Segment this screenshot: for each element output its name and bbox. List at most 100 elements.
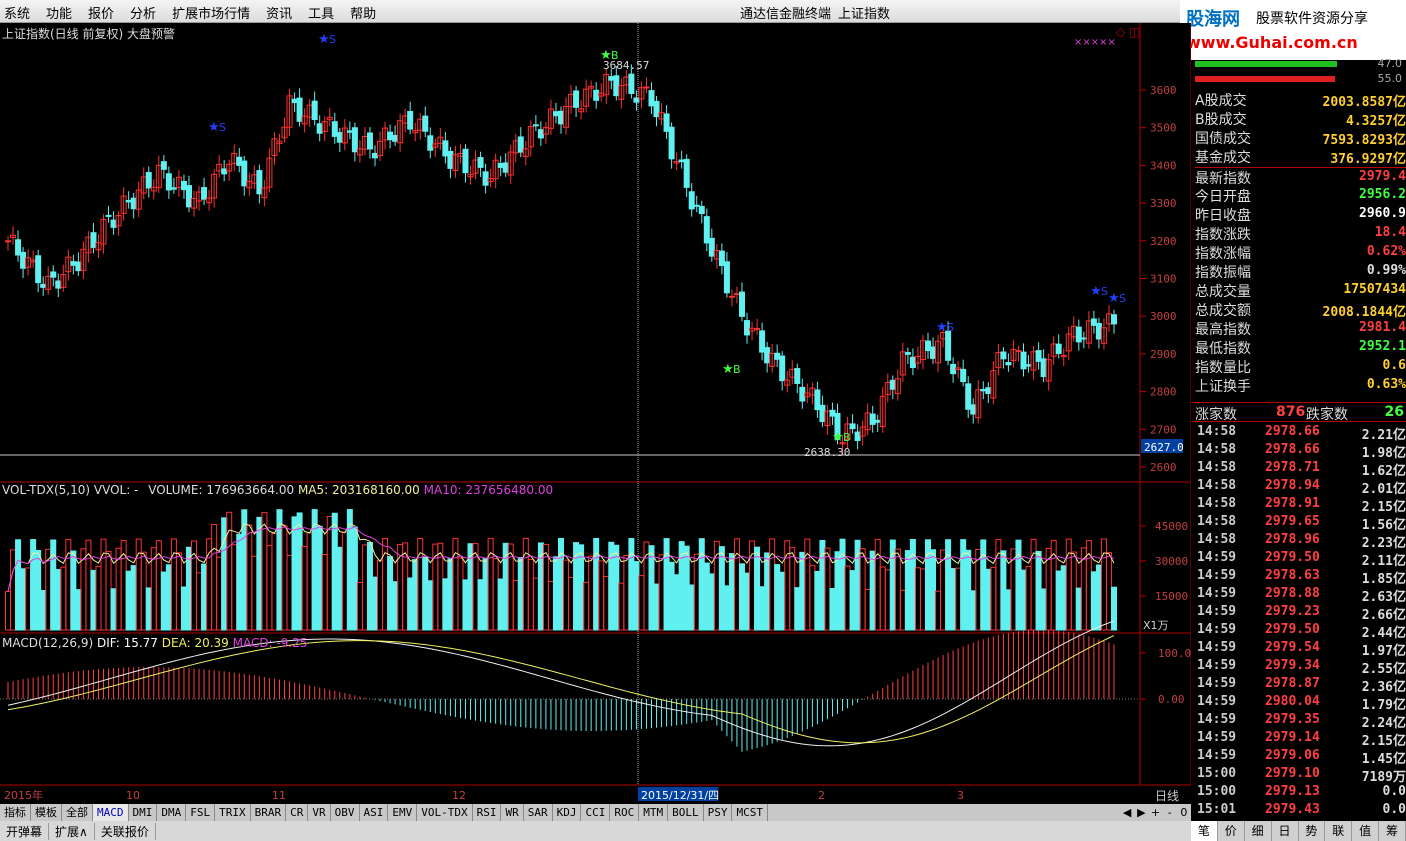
tick-time: 14:59 bbox=[1197, 694, 1237, 709]
indicator-tab-kdj[interactable]: KDJ bbox=[553, 804, 582, 821]
chart-title: 上证指数(日线 前复权) 大盘预警 bbox=[2, 27, 175, 41]
indicator-tab-emv[interactable]: EMV bbox=[388, 804, 418, 821]
stat-row: 总成交量 17507434 bbox=[1195, 281, 1406, 300]
zoom-out-button[interactable]: - bbox=[1163, 804, 1177, 821]
candle-body bbox=[502, 162, 509, 173]
reset-button[interactable]: 0 bbox=[1177, 804, 1191, 821]
candle-body bbox=[1020, 351, 1027, 370]
right-tab[interactable]: 势 bbox=[1299, 821, 1326, 841]
candle-body bbox=[170, 187, 177, 190]
vol-ma5: MA5: 203168160.00 bbox=[297, 483, 420, 497]
tick-amount: 2.15亿 bbox=[1361, 734, 1406, 749]
candle-body bbox=[311, 100, 318, 121]
right-tab[interactable]: 日 bbox=[1272, 821, 1299, 841]
nav-right-icon[interactable]: ▶ bbox=[1134, 804, 1148, 821]
kline-chart[interactable]: 3600 3500 3400 3300 3200 3100 3000 2900 2800 2700… bbox=[0, 23, 1191, 804]
volume-bar bbox=[351, 526, 358, 631]
candle-body bbox=[537, 129, 544, 139]
zoom-in-button[interactable]: + bbox=[1148, 804, 1162, 821]
period-label[interactable]: 日线 bbox=[1155, 789, 1179, 803]
indicator-tab-dma[interactable]: DMA bbox=[157, 804, 187, 821]
candle-body bbox=[427, 135, 434, 151]
candle-body bbox=[1005, 362, 1012, 366]
indicator-tab-rsi[interactable]: RSI bbox=[473, 804, 502, 821]
expand-button[interactable]: 扩展∧ bbox=[49, 822, 95, 840]
candle-body bbox=[643, 86, 650, 89]
indicator-tab-cr[interactable]: CR bbox=[286, 804, 309, 821]
candle-body bbox=[774, 352, 781, 360]
indicator-tab-全部[interactable]: 全部 bbox=[62, 804, 93, 821]
volume-bar bbox=[744, 572, 751, 631]
price-tick-label: 3600 bbox=[1150, 84, 1177, 97]
menu-tools[interactable]: 工具 bbox=[308, 3, 334, 22]
buy-signal: B bbox=[843, 431, 851, 444]
indicator-tab-asi[interactable]: ASI bbox=[360, 804, 389, 821]
menu-info[interactable]: 资讯 bbox=[266, 3, 292, 22]
tick-time: 14:59 bbox=[1197, 550, 1237, 565]
tick-amount: 7189万 bbox=[1361, 770, 1406, 785]
signal-star-icon: ★ bbox=[318, 32, 330, 47]
tick-price: 2979.35 bbox=[1265, 712, 1320, 727]
tick-amount: 1.85亿 bbox=[1361, 572, 1406, 587]
date-label: 3 bbox=[957, 789, 964, 802]
indicator-tab-boll[interactable]: BOLL bbox=[668, 804, 704, 821]
volume-bar bbox=[1060, 565, 1067, 631]
indicator-tab-模板[interactable]: 模板 bbox=[31, 804, 62, 821]
indicator-tab-brar[interactable]: BRAR bbox=[251, 804, 287, 821]
candle-body bbox=[593, 89, 600, 101]
tick-amount: 1.98亿 bbox=[1361, 446, 1406, 461]
indicator-tab-vr[interactable]: VR bbox=[308, 804, 331, 821]
tick-row: 14:58 2979.65 1.56亿 bbox=[1195, 514, 1406, 533]
indicator-tab-obv[interactable]: OBV bbox=[331, 804, 360, 821]
right-tab[interactable]: 值 bbox=[1352, 821, 1380, 841]
stat-label: 今日开盘 bbox=[1195, 189, 1251, 205]
right-tab[interactable]: 筹 bbox=[1379, 821, 1406, 841]
indicator-tab-roc[interactable]: ROC bbox=[610, 804, 640, 821]
stat-value: 18.4 bbox=[1374, 225, 1406, 240]
indicator-tab-trix[interactable]: TRIX bbox=[215, 804, 251, 821]
candle-body bbox=[15, 239, 22, 256]
right-tab[interactable]: 笔 bbox=[1191, 821, 1218, 841]
danmaku-toggle[interactable]: 开弹幕 bbox=[0, 822, 50, 840]
sell-signal: S bbox=[329, 33, 336, 46]
indicator-tab-cci[interactable]: CCI bbox=[581, 804, 611, 821]
volume-bar bbox=[904, 550, 911, 631]
indicator-tab-vol-tdx[interactable]: VOL-TDX bbox=[417, 804, 473, 821]
tick-amount: 2.24亿 bbox=[1361, 716, 1406, 731]
down-count: 26 bbox=[1384, 404, 1404, 420]
menu-help[interactable]: 帮助 bbox=[350, 3, 376, 22]
linked-quote-button[interactable]: 关联报价 bbox=[95, 822, 156, 840]
vol-tick-label: 15000 bbox=[1155, 590, 1188, 603]
indicator-tab-dmi[interactable]: DMI bbox=[129, 804, 158, 821]
indicator-tab-psy[interactable]: PSY bbox=[704, 804, 733, 821]
window-controls[interactable]: ◇ ◫ bbox=[1116, 25, 1140, 39]
volume-bar bbox=[291, 516, 298, 631]
right-tab[interactable]: 细 bbox=[1245, 821, 1272, 841]
menu-quote[interactable]: 报价 bbox=[88, 3, 114, 22]
tick-price: 2978.91 bbox=[1265, 496, 1320, 511]
candle-body bbox=[703, 216, 710, 244]
indicator-tab-sar[interactable]: SAR bbox=[524, 804, 553, 821]
nav-left-icon[interactable]: ◀ bbox=[1120, 804, 1134, 821]
menu-system[interactable]: 系统 bbox=[4, 3, 30, 22]
indicator-tab-指标[interactable]: 指标 bbox=[0, 804, 31, 821]
tick-amount: 2.66亿 bbox=[1361, 608, 1406, 623]
candle-body bbox=[1000, 351, 1007, 360]
price-tick-label: 3300 bbox=[1150, 197, 1177, 210]
volume-bar bbox=[814, 570, 821, 631]
volume-bar bbox=[256, 516, 263, 631]
right-tab[interactable]: 联 bbox=[1325, 821, 1353, 841]
candle-body bbox=[718, 250, 725, 267]
indicator-tab-wr[interactable]: WR bbox=[501, 804, 524, 821]
menu-analysis[interactable]: 分析 bbox=[130, 3, 156, 22]
menu-function[interactable]: 功能 bbox=[46, 3, 72, 22]
volume-bar bbox=[366, 542, 373, 631]
indicator-tab-macd[interactable]: MACD bbox=[93, 804, 129, 821]
menu-ext-market[interactable]: 扩展市场行情 bbox=[172, 3, 250, 22]
indicator-tab-fsl[interactable]: FSL bbox=[186, 804, 216, 821]
tick-amount: 2.63亿 bbox=[1361, 590, 1406, 605]
right-tab[interactable]: 价 bbox=[1218, 821, 1245, 841]
date-label: 2 bbox=[818, 789, 825, 802]
indicator-tab-mtm[interactable]: MTM bbox=[639, 804, 669, 821]
indicator-tab-mcst[interactable]: MCST bbox=[732, 804, 768, 821]
